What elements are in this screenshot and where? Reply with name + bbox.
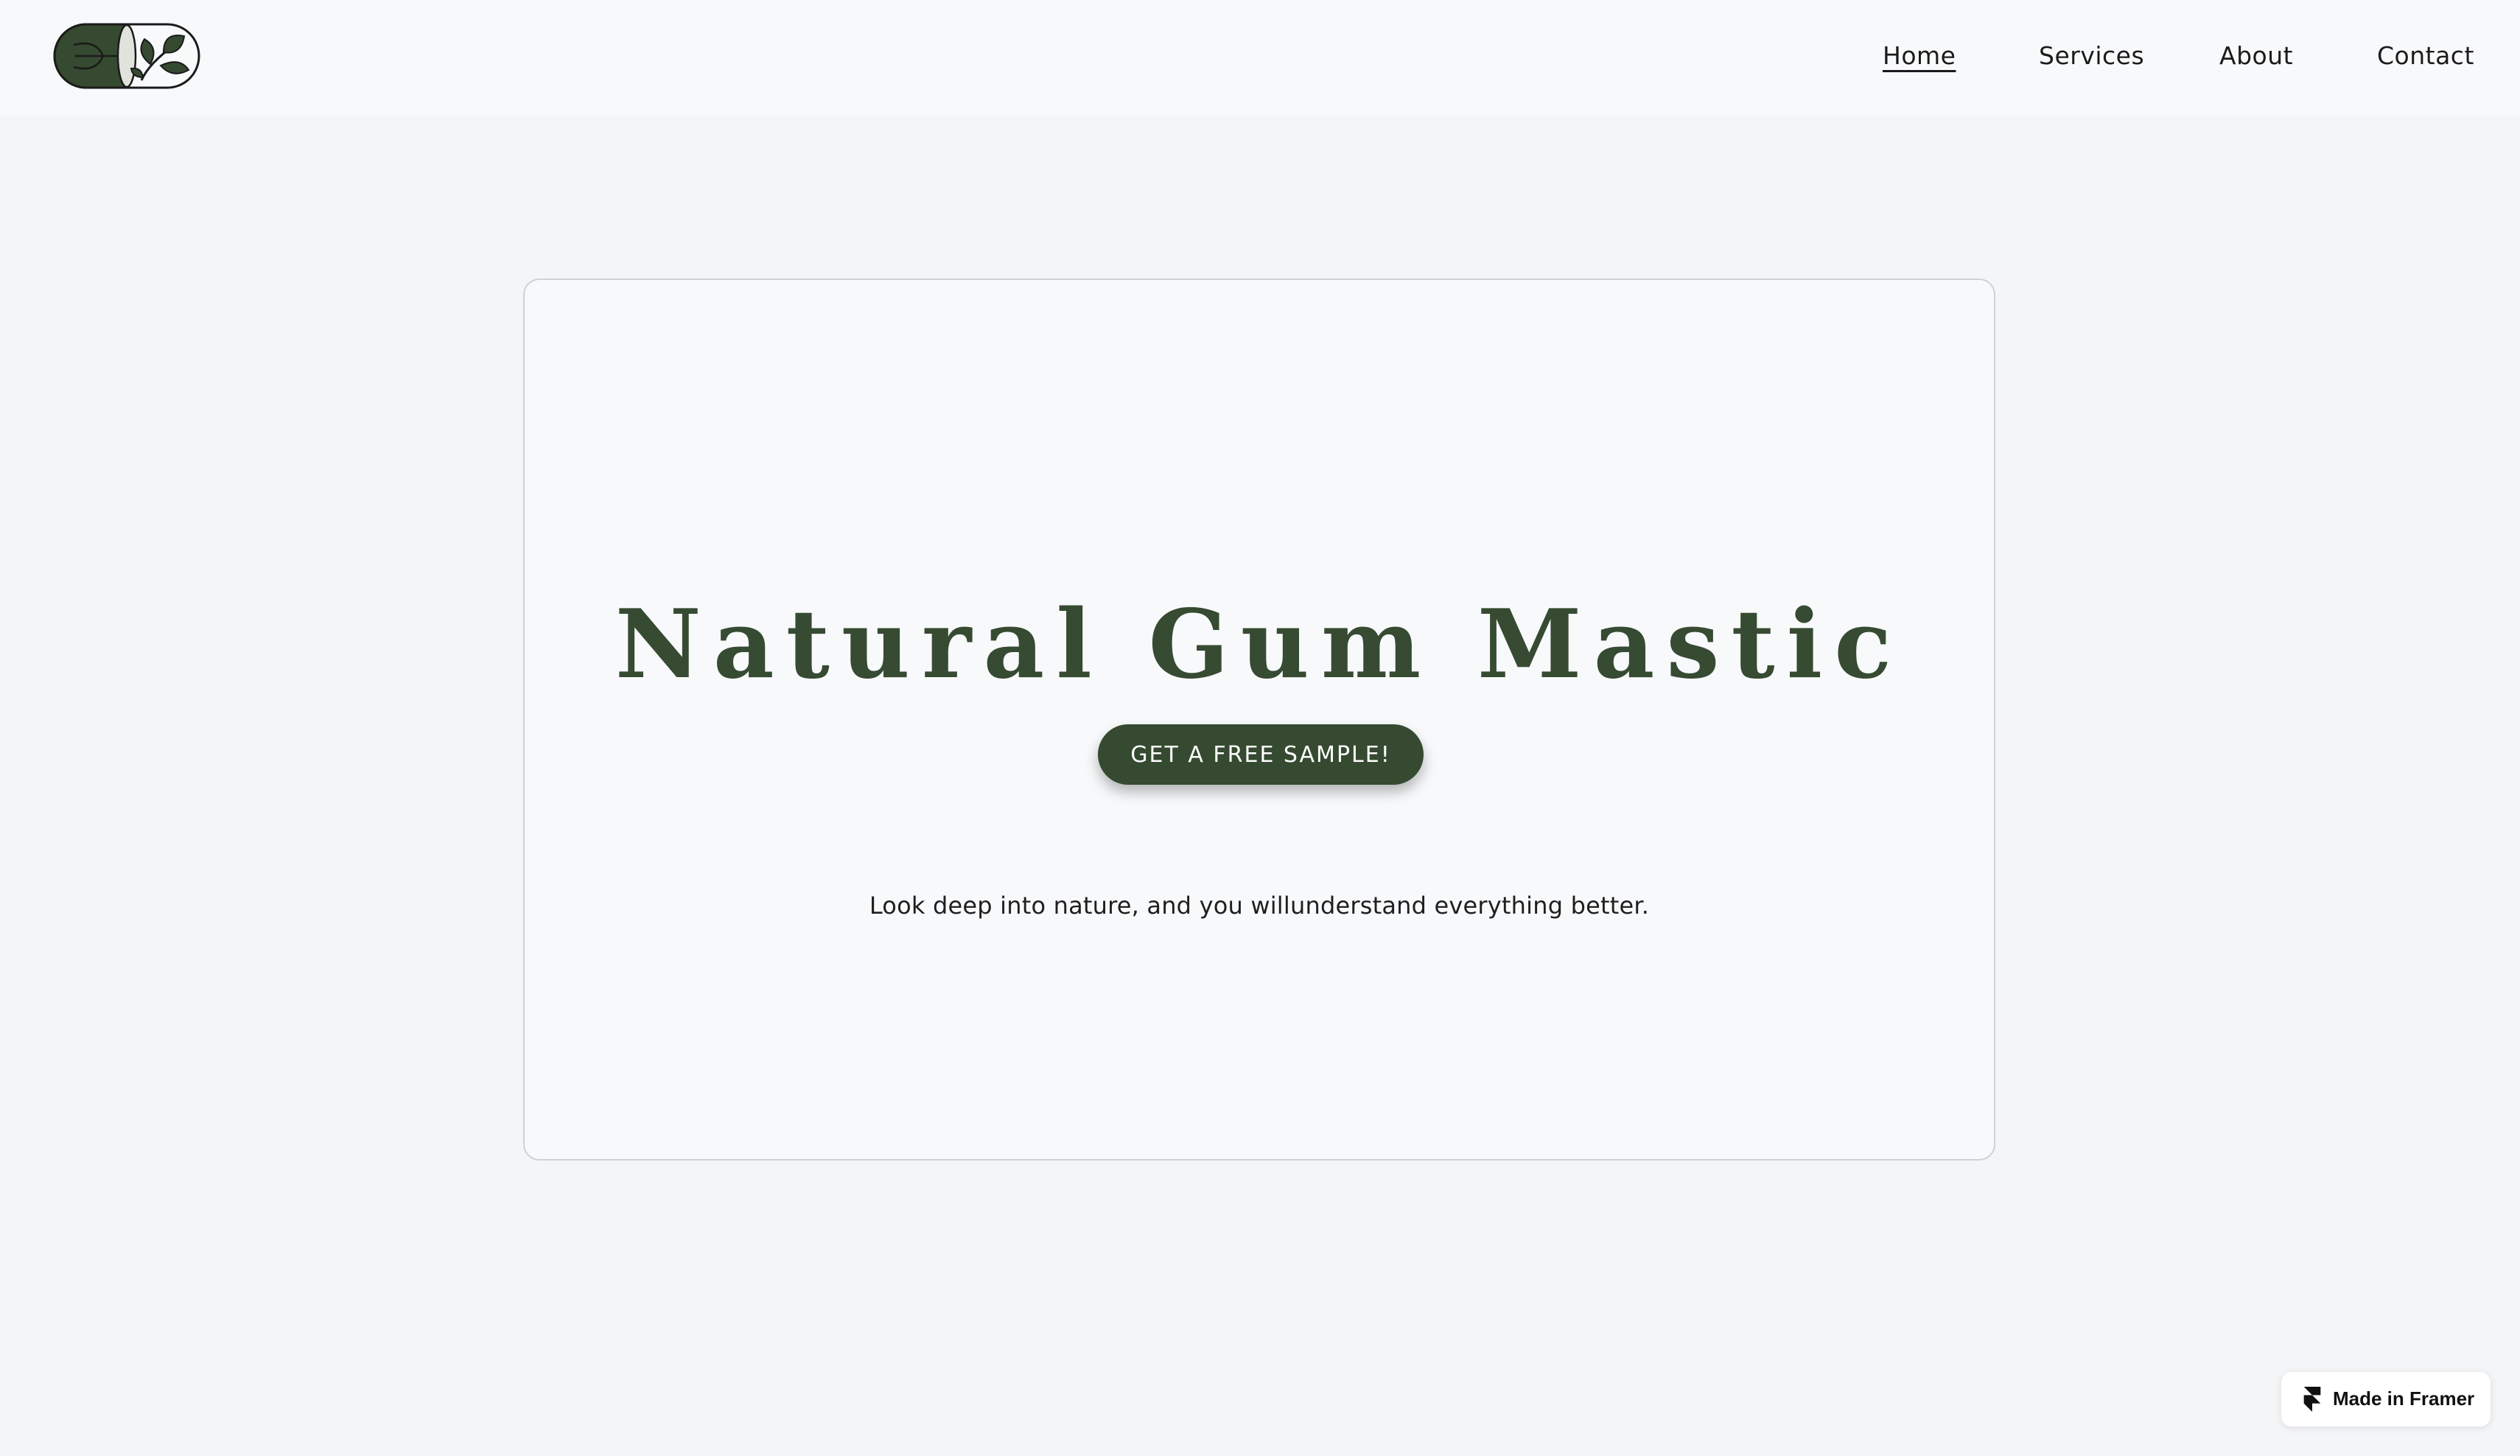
hero-tagline: Look deep into nature, and you willunder… <box>869 892 1650 920</box>
site-header: Home Services About Contact <box>0 0 2520 116</box>
made-in-framer-badge[interactable]: Made in Framer <box>2281 1372 2491 1427</box>
badge-label: Made in Framer <box>2333 1387 2475 1410</box>
framer-icon <box>2303 1387 2321 1412</box>
nav-home-link[interactable]: Home <box>1883 41 1956 74</box>
hero-card: Natural Gum Mastic GET A FREE SAMPLE! Lo… <box>523 279 1995 1161</box>
nav-about-link[interactable]: About <box>2219 41 2293 74</box>
nav-contact-link[interactable]: Contact <box>2377 41 2474 74</box>
free-sample-button[interactable]: GET A FREE SAMPLE! <box>1098 724 1424 785</box>
hero-title: Natural Gum Mastic <box>615 589 1904 700</box>
nav-services-link[interactable]: Services <box>2039 41 2144 74</box>
logo[interactable] <box>53 23 200 89</box>
capsule-leaf-logo-icon <box>53 23 200 89</box>
